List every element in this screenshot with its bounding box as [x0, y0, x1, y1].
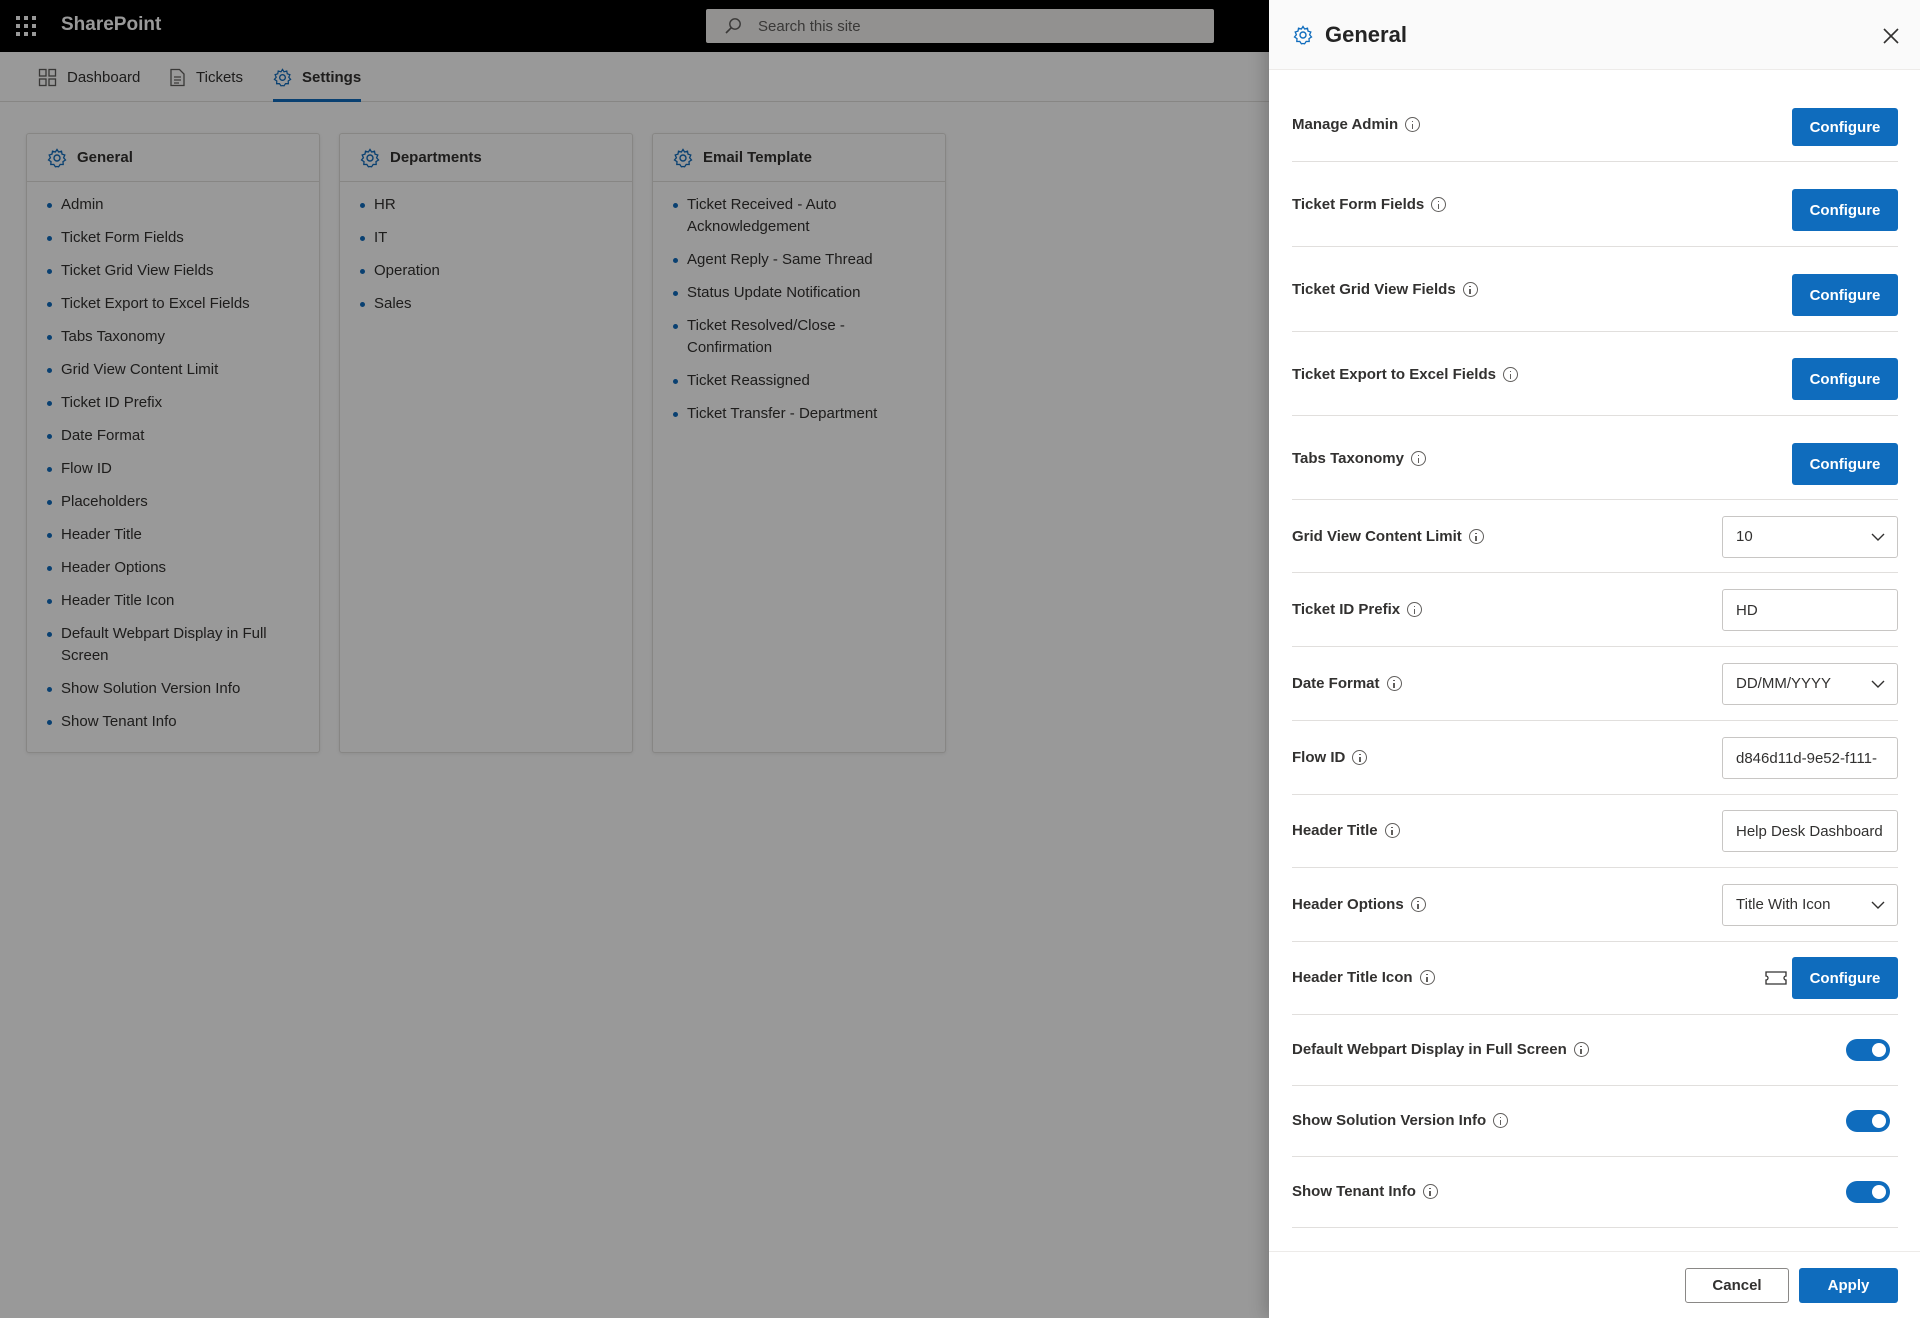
show-tenant-label: Show Tenant Info — [1292, 1183, 1438, 1200]
info-icon[interactable] — [1405, 117, 1421, 132]
info-icon[interactable] — [1431, 197, 1447, 212]
header-title-icon-text: Header Title Icon — [1292, 969, 1413, 986]
flow-id-label: Flow ID — [1292, 749, 1368, 766]
ticket-icon — [1765, 971, 1787, 985]
ticket-id-prefix-row: Ticket ID Prefix — [1292, 573, 1898, 647]
info-icon[interactable] — [1462, 282, 1478, 297]
panel-footer: Cancel Apply — [1269, 1251, 1920, 1318]
info-icon[interactable] — [1386, 676, 1402, 691]
header-title-label: Header Title — [1292, 822, 1400, 839]
grid-view-limit-dropdown[interactable]: 10 — [1722, 516, 1898, 558]
ticket-export-excel-text: Ticket Export to Excel Fields — [1292, 366, 1496, 383]
header-options-text: Header Options — [1292, 896, 1404, 913]
ticket-grid-view-fields-row: Ticket Grid View Fields Configure — [1292, 247, 1898, 332]
manage-admin-label: Manage Admin — [1292, 116, 1421, 133]
panel-title: General — [1325, 22, 1407, 47]
info-icon[interactable] — [1384, 823, 1400, 838]
header-options-dropdown[interactable]: Title With Icon — [1722, 884, 1898, 926]
apply-button[interactable]: Apply — [1799, 1268, 1898, 1303]
info-icon[interactable] — [1407, 602, 1423, 617]
default-fullscreen-label: Default Webpart Display in Full Screen — [1292, 1041, 1589, 1058]
manage-admin-text: Manage Admin — [1292, 116, 1399, 133]
info-icon[interactable] — [1419, 970, 1435, 985]
date-format-text: Date Format — [1292, 675, 1380, 692]
show-version-label: Show Solution Version Info — [1292, 1112, 1509, 1129]
chevron-down-icon — [1871, 901, 1885, 909]
default-fullscreen-text: Default Webpart Display in Full Screen — [1292, 1041, 1567, 1058]
panel-header: General — [1269, 0, 1920, 70]
grid-view-limit-row: Grid View Content Limit 10 — [1292, 500, 1898, 573]
ticket-export-excel-label: Ticket Export to Excel Fields — [1292, 366, 1518, 383]
show-tenant-text: Show Tenant Info — [1292, 1183, 1416, 1200]
date-format-label: Date Format — [1292, 675, 1402, 692]
tabs-taxonomy-row: Tabs Taxonomy Configure — [1292, 416, 1898, 500]
info-icon[interactable] — [1352, 750, 1368, 765]
header-options-row: Header Options Title With Icon — [1292, 868, 1898, 942]
header-title-row: Header Title — [1292, 795, 1898, 868]
flow-id-input[interactable] — [1722, 737, 1898, 779]
show-tenant-toggle[interactable] — [1846, 1181, 1890, 1203]
cancel-button[interactable]: Cancel — [1685, 1268, 1789, 1303]
ticket-grid-view-fields-label: Ticket Grid View Fields — [1292, 281, 1478, 298]
show-version-text: Show Solution Version Info — [1292, 1112, 1487, 1129]
tabs-taxonomy-text: Tabs Taxonomy — [1292, 450, 1404, 467]
date-format-row: Date Format DD/MM/YYYY — [1292, 647, 1898, 721]
tabs-taxonomy-label: Tabs Taxonomy — [1292, 450, 1426, 467]
close-icon[interactable] — [1879, 24, 1903, 48]
info-icon[interactable] — [1573, 1042, 1589, 1057]
ticket-grid-view-fields-text: Ticket Grid View Fields — [1292, 281, 1456, 298]
show-tenant-row: Show Tenant Info — [1292, 1157, 1898, 1228]
ticket-id-prefix-label: Ticket ID Prefix — [1292, 601, 1423, 618]
header-options-label: Header Options — [1292, 896, 1426, 913]
flow-id-row: Flow ID — [1292, 721, 1898, 795]
ticket-id-prefix-text: Ticket ID Prefix — [1292, 601, 1401, 618]
grid-view-limit-value: 10 — [1736, 528, 1753, 545]
flow-id-text: Flow ID — [1292, 749, 1346, 766]
manage-admin-configure-button[interactable]: Configure — [1792, 108, 1898, 146]
header-title-icon-label: Header Title Icon — [1292, 969, 1435, 986]
gear-icon — [1293, 25, 1313, 45]
header-title-icon-configure-button[interactable]: Configure — [1792, 957, 1898, 999]
ticket-export-excel-configure-button[interactable]: Configure — [1792, 358, 1898, 400]
ticket-form-fields-configure-button[interactable]: Configure — [1792, 189, 1898, 231]
ticket-form-fields-label: Ticket Form Fields — [1292, 196, 1447, 213]
grid-view-limit-label: Grid View Content Limit — [1292, 528, 1484, 545]
header-title-input[interactable] — [1722, 810, 1898, 852]
grid-view-limit-text: Grid View Content Limit — [1292, 528, 1462, 545]
header-title-text: Header Title — [1292, 822, 1378, 839]
show-version-toggle[interactable] — [1846, 1110, 1890, 1132]
date-format-dropdown[interactable]: DD/MM/YYYY — [1722, 663, 1898, 705]
ticket-grid-view-fields-configure-button[interactable]: Configure — [1792, 274, 1898, 316]
date-format-value: DD/MM/YYYY — [1736, 675, 1832, 692]
header-options-value: Title With Icon — [1736, 896, 1831, 913]
ticket-export-excel-row: Ticket Export to Excel Fields Configure — [1292, 332, 1898, 416]
chevron-down-icon — [1871, 680, 1885, 688]
info-icon[interactable] — [1468, 529, 1484, 544]
ticket-form-fields-row: Ticket Form Fields Configure — [1292, 162, 1898, 247]
show-version-row: Show Solution Version Info — [1292, 1086, 1898, 1157]
info-icon[interactable] — [1493, 1113, 1509, 1128]
default-fullscreen-row: Default Webpart Display in Full Screen — [1292, 1015, 1898, 1086]
info-icon[interactable] — [1502, 367, 1518, 382]
chevron-down-icon — [1871, 533, 1885, 541]
info-icon[interactable] — [1422, 1184, 1438, 1199]
header-title-icon-row: Header Title Icon Configure — [1292, 942, 1898, 1015]
info-icon[interactable] — [1410, 897, 1426, 912]
manage-admin-row: Manage Admin Configure — [1292, 90, 1898, 162]
ticket-id-prefix-input[interactable] — [1722, 589, 1898, 631]
general-settings-panel: General Manage Admin Configure Ticket Fo… — [1269, 0, 1920, 1318]
default-fullscreen-toggle[interactable] — [1846, 1039, 1890, 1061]
tabs-taxonomy-configure-button[interactable]: Configure — [1792, 443, 1898, 485]
info-icon[interactable] — [1410, 451, 1426, 466]
ticket-form-fields-text: Ticket Form Fields — [1292, 196, 1425, 213]
